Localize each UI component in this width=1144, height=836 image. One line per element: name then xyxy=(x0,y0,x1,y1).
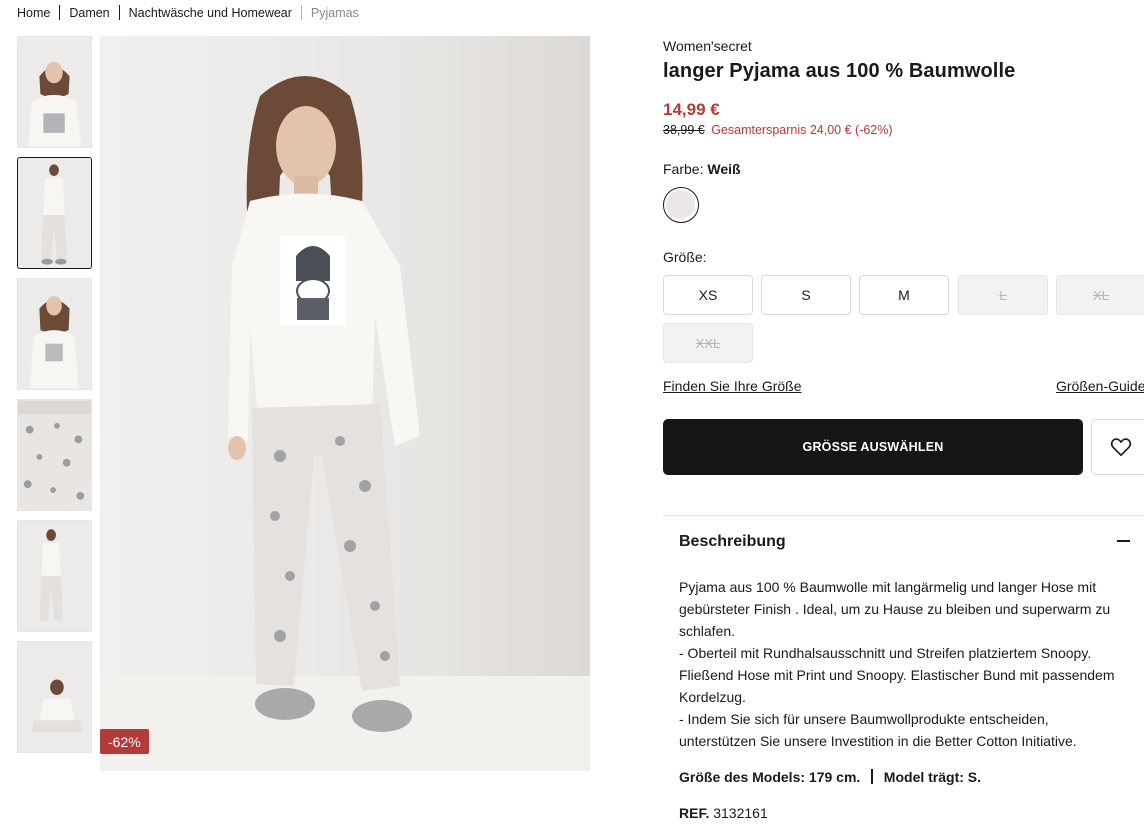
product-photo-thumbnail xyxy=(18,642,91,752)
product-photo xyxy=(100,36,590,771)
thumbnail-5[interactable] xyxy=(17,520,92,632)
thumbnail-1[interactable] xyxy=(17,36,92,148)
thumbnail-6[interactable] xyxy=(17,641,92,753)
size-option-xl-unavailable[interactable]: XL xyxy=(1056,275,1144,315)
size-option-l-unavailable[interactable]: L xyxy=(958,275,1048,315)
description-paragraph: - Oberteil mit Rundhalsausschnitt und St… xyxy=(679,645,1115,705)
current-price: 14,99 € xyxy=(663,100,720,119)
product-reference: REF. 3132161 xyxy=(679,805,768,821)
breadcrumb: Home Damen Nachtwäsche und Homewear Pyja… xyxy=(17,5,359,20)
size-option-xs[interactable]: XS xyxy=(663,275,753,315)
breadcrumb-home[interactable]: Home xyxy=(17,6,50,20)
color-value: Weiß xyxy=(707,161,741,177)
savings-text: Gesamtersparnis 24,00 € (-62%) xyxy=(711,123,893,137)
product-photo-thumbnail xyxy=(18,37,91,147)
breadcrumb-damen[interactable]: Damen xyxy=(69,6,109,20)
description-paragraph: - Indem Sie sich für unsere Baumwollprod… xyxy=(679,711,1077,749)
breadcrumb-nachtwaesche[interactable]: Nachtwäsche und Homewear xyxy=(129,6,292,20)
discount-badge: -62% xyxy=(100,729,149,754)
product-photo-thumbnail xyxy=(18,279,91,389)
size-option-xxl-unavailable[interactable]: XXL xyxy=(663,323,753,363)
breadcrumb-separator xyxy=(300,5,302,20)
collapse-minus-icon[interactable] xyxy=(1117,540,1130,542)
product-photo-thumbnail xyxy=(18,400,91,510)
thumbnail-4[interactable] xyxy=(17,399,92,511)
select-size-button[interactable]: GRÖSSE AUSWÄHLEN xyxy=(663,419,1083,475)
find-size-link[interactable]: Finden Sie Ihre Größe xyxy=(663,378,802,394)
description-heading[interactable]: Beschreibung xyxy=(679,533,786,551)
product-brand[interactable]: Women'secret xyxy=(663,38,752,54)
size-guide-link[interactable]: Größen-Guide xyxy=(1056,378,1144,394)
model-info-separator xyxy=(871,769,873,784)
size-option-m[interactable]: M xyxy=(859,275,949,315)
thumbnail-3[interactable] xyxy=(17,278,92,390)
color-label-text: Farbe: xyxy=(663,161,704,177)
product-photo-thumbnail xyxy=(18,158,91,268)
old-price: 38,99 € xyxy=(663,123,705,137)
breadcrumb-current: Pyjamas xyxy=(310,5,359,20)
size-label: Größe: xyxy=(663,249,707,265)
description-text: Pyjama aus 100 % Baumwolle mit langärmel… xyxy=(679,576,1119,752)
heart-icon xyxy=(1110,438,1132,456)
price-savings-line: 38,99 € Gesamtersparnis 24,00 € (-62%) xyxy=(663,123,893,137)
product-title: langer Pyjama aus 100 % Baumwolle xyxy=(663,60,1016,82)
model-size: Größe des Models: 179 cm. xyxy=(679,769,861,785)
main-product-image[interactable] xyxy=(100,36,590,771)
thumbnail-2[interactable] xyxy=(17,157,92,269)
ref-label: REF. xyxy=(679,805,710,821)
swatch-fill xyxy=(666,190,695,219)
model-info: Größe des Models: 179 cm. Model trägt: S. xyxy=(679,769,981,785)
breadcrumb-separator xyxy=(59,5,61,20)
snoopy-print xyxy=(280,236,346,326)
color-label: Farbe: Weiß xyxy=(663,161,741,177)
color-swatch-white[interactable] xyxy=(663,187,699,223)
breadcrumb-separator xyxy=(118,5,120,20)
section-divider xyxy=(663,515,1144,516)
wishlist-button[interactable] xyxy=(1091,419,1144,475)
size-option-s[interactable]: S xyxy=(761,275,851,315)
product-photo-thumbnail xyxy=(18,521,91,631)
model-wears: Model trägt: S. xyxy=(883,769,982,785)
description-paragraph: Pyjama aus 100 % Baumwolle mit langärmel… xyxy=(679,579,1111,639)
ref-value: 3132161 xyxy=(713,805,768,821)
